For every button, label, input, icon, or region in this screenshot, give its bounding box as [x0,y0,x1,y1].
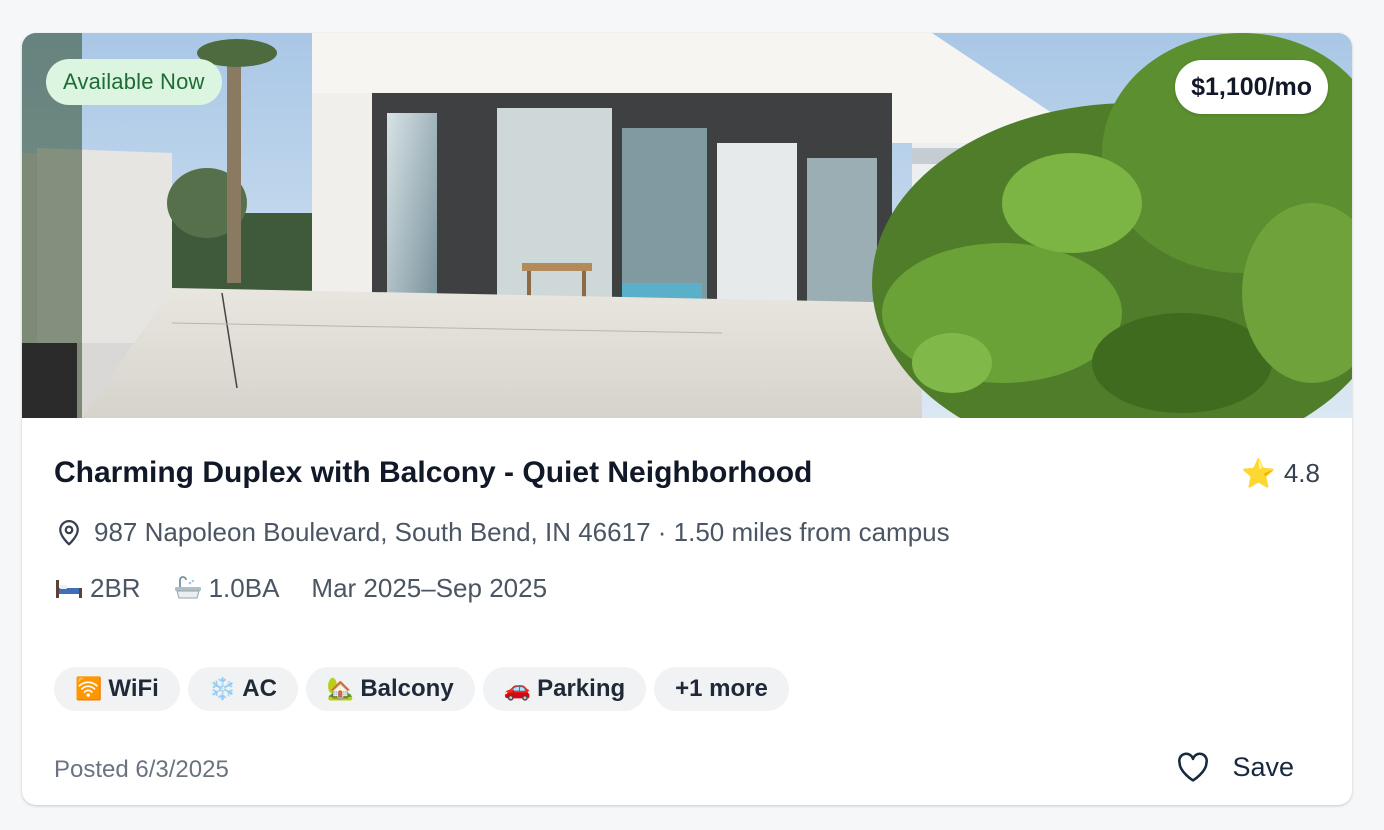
listing-card[interactable]: Available Now $1,100/mo Charming Duplex … [22,33,1352,805]
snowflake-icon: ❄️ [208,676,237,701]
price-badge: $1,100/mo [1175,60,1328,114]
location-pin-icon [59,519,79,545]
heart-icon [1178,752,1209,782]
specs-row: 2BR 1.0BA Mar 2025–Sep 2025 [54,573,579,604]
car-icon: 🚗 [503,676,532,701]
bedrooms-text: 2BR [90,573,141,603]
amenity-label: Parking [537,675,626,702]
amenity-chip-wifi: 🛜 WiFi [54,667,180,711]
house-photo-image [22,33,1352,418]
bedrooms: 2BR [54,573,141,604]
address: 987 Napoleon Boulevard, South Bend, IN 4… [54,517,950,548]
posted-date: Posted 6/3/2025 [54,756,229,783]
address-text: 987 Napoleon Boulevard, South Bend, IN 4… [94,517,950,547]
availability-dates: Mar 2025–Sep 2025 [311,573,547,604]
wifi-icon: 🛜 [75,676,103,701]
star-icon: ⭐ [1240,457,1276,489]
amenity-chips: 🛜 WiFi ❄️ AC 🏡 Balcony 🚗 Parking +1 more [54,667,789,711]
amenity-chip-ac: ❄️ AC [187,667,298,711]
save-label: Save [1232,751,1294,782]
amenity-label: Balcony [360,675,454,702]
listing-photo[interactable]: Available Now $1,100/mo [22,33,1352,418]
bathrooms: 1.0BA [173,573,280,604]
rating: ⭐ 4.8 [1241,458,1320,489]
save-button[interactable]: Save [1176,751,1294,783]
dates-text: Mar 2025–Sep 2025 [311,573,548,603]
amenity-label: AC [242,675,277,702]
bed-icon [56,579,82,598]
bathrooms-text: 1.0BA [208,573,280,603]
amenity-chip-balcony: 🏡 Balcony [305,667,475,711]
house-icon: 🏡 [326,676,355,701]
availability-badge: Available Now [46,59,222,105]
more-amenities-chip[interactable]: +1 more [654,667,789,711]
amenity-label: WiFi [108,675,159,702]
listing-title[interactable]: Charming Duplex with Balcony - Quiet Nei… [54,456,812,490]
bathtub-icon [174,575,201,598]
amenity-chip-parking: 🚗 Parking [482,667,647,711]
rating-value: 4.8 [1283,458,1320,488]
more-amenities-label: +1 more [675,675,768,702]
